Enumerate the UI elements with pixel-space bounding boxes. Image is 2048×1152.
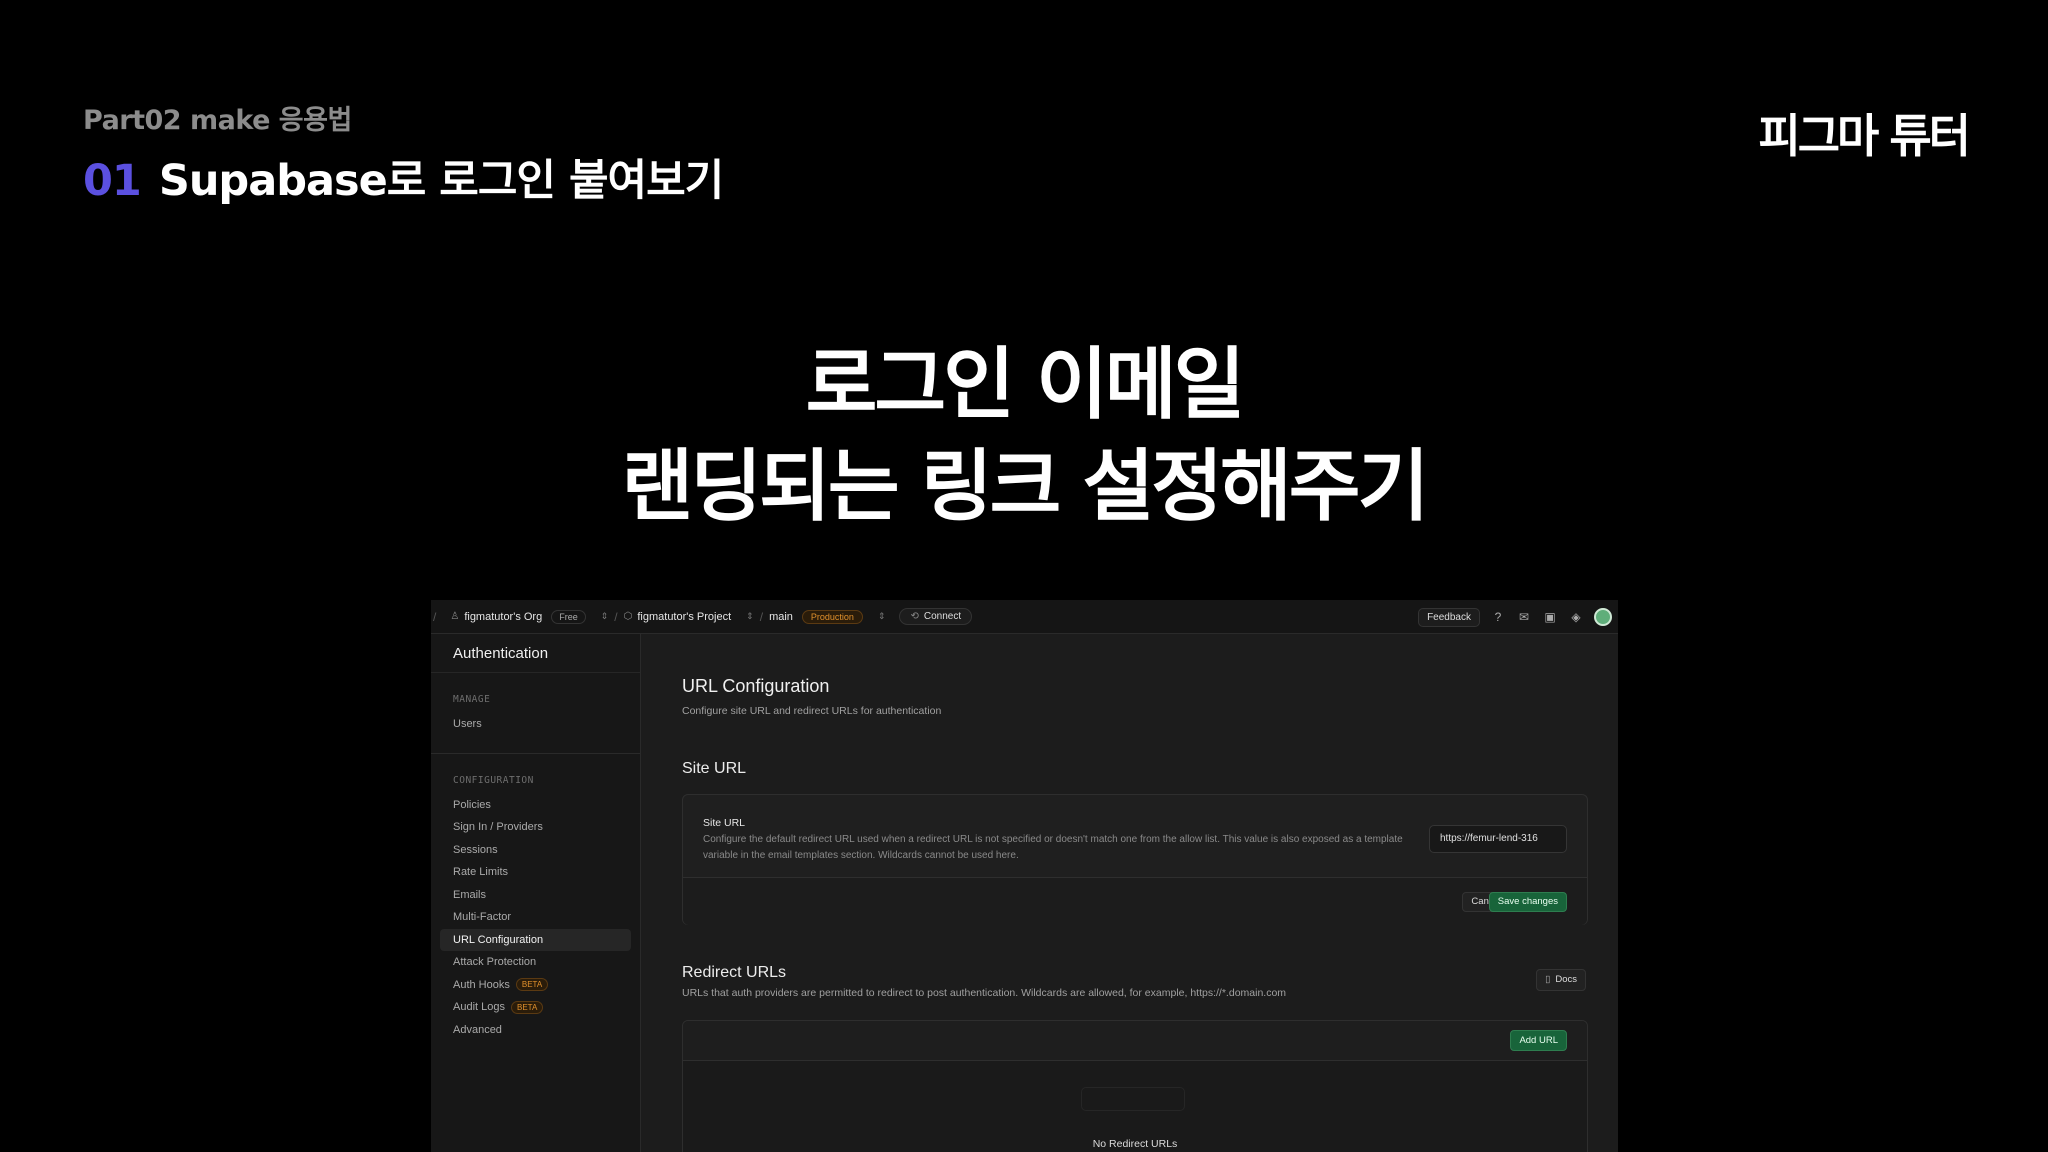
slide-title: 01 Supabase로 로그인 붙여보기 bbox=[83, 146, 724, 208]
assistant-icon[interactable]: ◈ bbox=[1568, 609, 1584, 625]
help-icon[interactable]: ? bbox=[1490, 609, 1506, 625]
project-selector[interactable]: ⬡ figmatutor's Project ⇕ bbox=[624, 611, 754, 623]
org-selector[interactable]: ♙ figmatutor's Org Free ⇕ bbox=[450, 609, 609, 624]
slide-title-text: Supabase로 로그인 붙여보기 bbox=[158, 156, 724, 206]
page-title: URL Configuration bbox=[682, 676, 830, 696]
branch-selector[interactable]: main Production ⇕ bbox=[769, 609, 886, 624]
headline-line-2: 랜딩되는 링크 설정해주기 bbox=[621, 442, 1430, 532]
sidebar-title: Authentication bbox=[431, 634, 640, 673]
project-name: figmatutor's Project bbox=[637, 610, 732, 623]
slash-divider: / bbox=[759, 609, 764, 624]
connect-button[interactable]: ⟲ Connect bbox=[899, 608, 973, 625]
env-badge: Production bbox=[801, 609, 863, 624]
site-url-card: Site URL Configure the default redirect … bbox=[682, 794, 1588, 925]
save-changes-button[interactable]: Save changes bbox=[1488, 892, 1567, 912]
connect-label: Connect bbox=[923, 611, 962, 622]
main-content: URL Configuration Configure site URL and… bbox=[642, 634, 1618, 1152]
site-url-input[interactable]: https://femur-lend-316 bbox=[1429, 825, 1567, 853]
sidebar-item-label: Auth Hooks bbox=[453, 978, 510, 991]
top-bar: / ♙ figmatutor's Org Free ⇕ / ⬡ figmatut… bbox=[431, 600, 1618, 634]
branch-name: main bbox=[769, 610, 793, 623]
sidebar-item-advanced[interactable]: Advanced bbox=[431, 1019, 640, 1042]
sidebar-item-multi-factor[interactable]: Multi-Factor bbox=[431, 906, 640, 929]
beta-badge: BETA bbox=[515, 978, 549, 992]
add-url-button[interactable]: Add URL bbox=[1510, 1030, 1567, 1051]
chevron-updown-icon: ⇕ bbox=[746, 611, 754, 621]
redirect-urls-description: URLs that auth providers are permitted t… bbox=[682, 987, 1287, 999]
redirect-urls-card-header: Add URL bbox=[683, 1021, 1587, 1061]
empty-state-text: No Redirect URLs bbox=[1092, 1138, 1178, 1150]
sidebar-item-policies[interactable]: Policies bbox=[431, 794, 640, 817]
sidebar-item-attack-protection[interactable]: Attack Protection bbox=[431, 951, 640, 974]
sidebar-item-label: Audit Logs bbox=[453, 1001, 505, 1013]
redirect-urls-card: Add URL No Redirect URLs bbox=[682, 1020, 1588, 1152]
docs-button[interactable]: ▯ Docs bbox=[1536, 969, 1586, 991]
slide-subtitle: Part02 make 응용법 bbox=[83, 105, 352, 136]
chevron-updown-icon: ⇕ bbox=[877, 611, 886, 621]
plug-icon: ⟲ bbox=[910, 611, 919, 622]
supabase-screenshot: / ♙ figmatutor's Org Free ⇕ / ⬡ figmatut… bbox=[431, 600, 1618, 1152]
project-icon: ⬡ bbox=[623, 611, 633, 622]
page-subtitle: Configure site URL and redirect URLs for… bbox=[682, 705, 942, 717]
sidebar-item-url-configuration[interactable]: URL Configuration bbox=[440, 928, 631, 951]
inbox-icon[interactable]: ✉ bbox=[1516, 609, 1532, 625]
sidebar-item-audit-logs[interactable]: Audit Logs BETA bbox=[431, 996, 640, 1019]
sidebar-item-sign-in-providers[interactable]: Sign In / Providers bbox=[431, 816, 640, 839]
org-icon: ♙ bbox=[450, 611, 460, 622]
headline-line-1: 로그인 이메일 bbox=[805, 340, 1246, 430]
empty-state-illustration bbox=[1081, 1087, 1185, 1111]
sidebar: Authentication MANAGE Users CONFIGURATIO… bbox=[431, 634, 641, 1152]
redirect-urls-heading: Redirect URLs bbox=[682, 964, 787, 981]
brand-logo: 피그마 튜터 bbox=[1758, 109, 1971, 163]
docs-label: Docs bbox=[1555, 974, 1577, 985]
book-icon: ▯ bbox=[1545, 974, 1551, 985]
avatar[interactable] bbox=[1594, 608, 1612, 626]
top-bar-actions: Feedback ? ✉ ▣ ◈ bbox=[1418, 600, 1612, 634]
sidebar-item-auth-hooks[interactable]: Auth Hooks BETA bbox=[431, 974, 640, 997]
slide-number: 01 bbox=[83, 156, 142, 206]
beta-badge: BETA bbox=[510, 1000, 544, 1014]
site-url-description: Configure the default redirect URL used … bbox=[703, 834, 1403, 861]
sidebar-item-rate-limits[interactable]: Rate Limits bbox=[431, 861, 640, 884]
org-name: figmatutor's Org bbox=[464, 610, 543, 623]
sidebar-item-emails[interactable]: Emails bbox=[431, 884, 640, 907]
manage-section-label: MANAGE bbox=[453, 694, 491, 705]
site-url-card-footer: Cancel Save changes bbox=[683, 877, 1587, 925]
site-url-label: Site URL bbox=[703, 817, 746, 829]
slash-divider: / bbox=[433, 609, 437, 624]
configuration-section-label: CONFIGURATION bbox=[453, 774, 534, 786]
slash-divider: / bbox=[614, 609, 618, 624]
chevron-updown-icon: ⇕ bbox=[600, 611, 609, 621]
site-url-heading: Site URL bbox=[682, 760, 747, 777]
plan-badge: Free bbox=[551, 609, 586, 624]
sidebar-item-sessions[interactable]: Sessions bbox=[431, 839, 640, 862]
feedback-button[interactable]: Feedback bbox=[1418, 607, 1480, 627]
terminal-icon[interactable]: ▣ bbox=[1542, 609, 1558, 625]
sidebar-item-users[interactable]: Users bbox=[431, 713, 640, 736]
